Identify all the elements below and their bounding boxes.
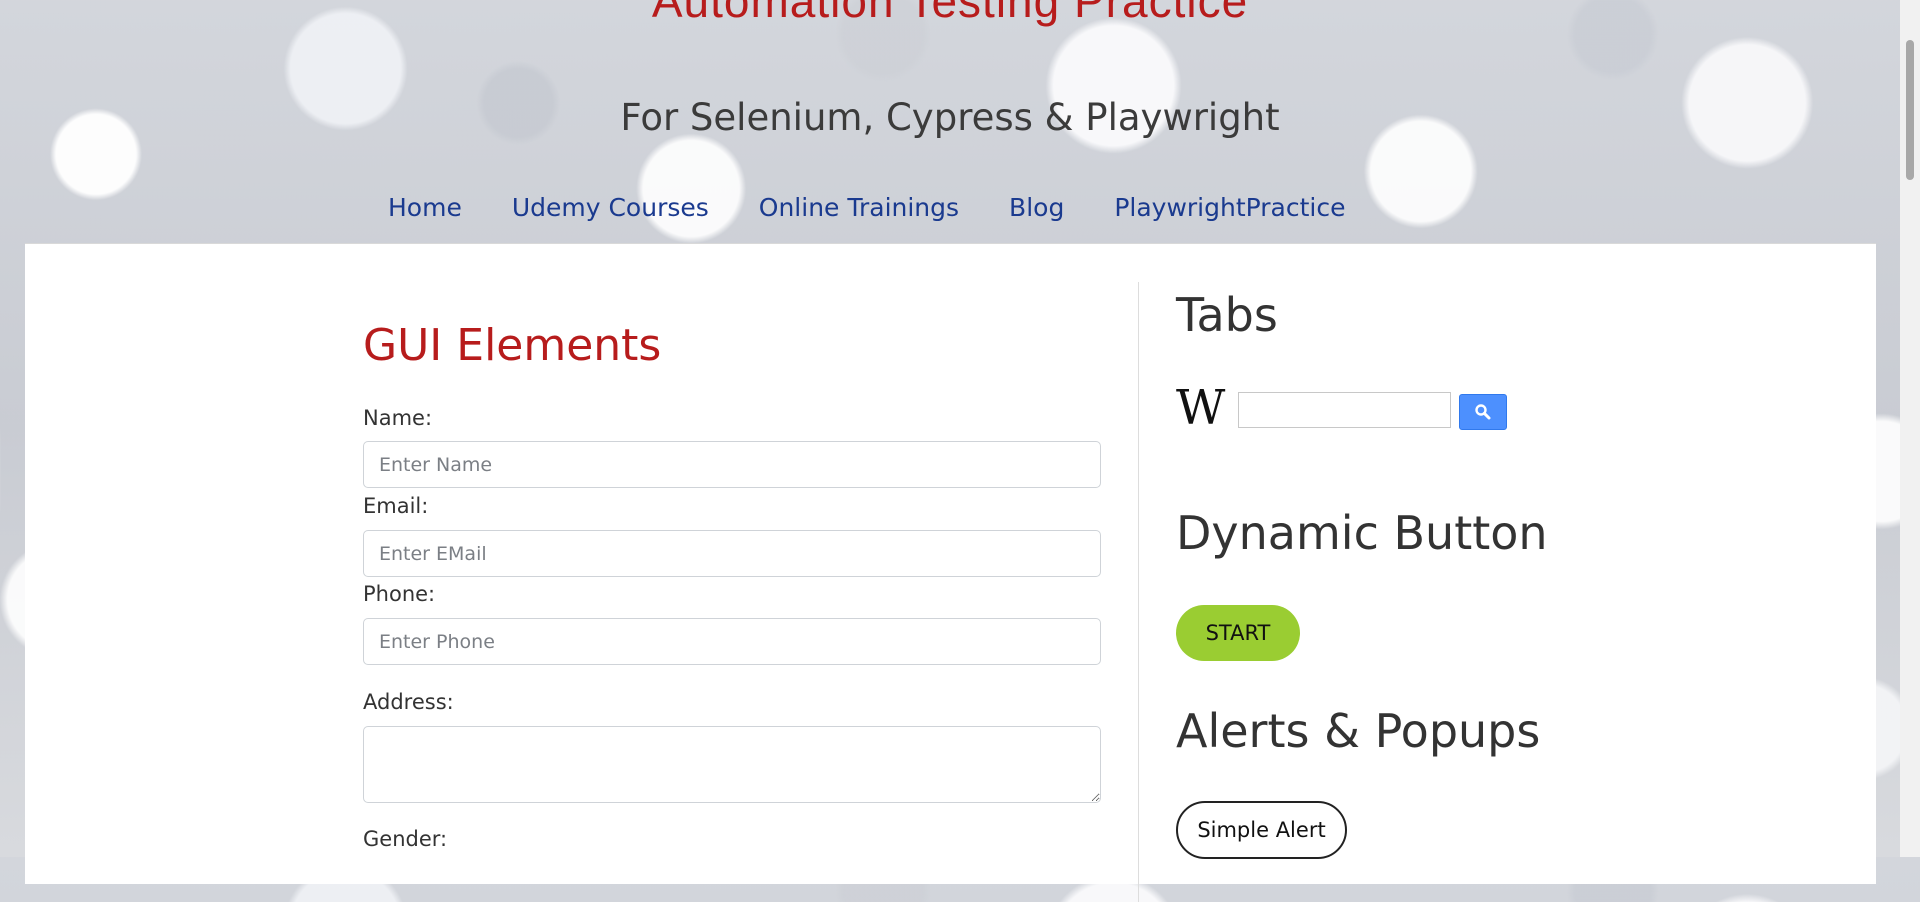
- nav-item-home: Home: [388, 193, 462, 222]
- gui-elements-title: GUI Elements: [363, 320, 662, 371]
- main-content: GUI Elements Name: Email: Phone: Address…: [25, 243, 1876, 902]
- scrollbar-thumb[interactable]: [1906, 40, 1914, 180]
- column-divider: [1138, 282, 1139, 902]
- wikipedia-search-button[interactable]: [1459, 394, 1507, 430]
- nav-item-trainings: Online Trainings: [759, 193, 959, 222]
- nav-link-playwright-practice[interactable]: PlaywrightPractice: [1114, 193, 1345, 222]
- gender-label: Gender:: [363, 827, 448, 851]
- wikipedia-logo-icon: W: [1176, 380, 1226, 436]
- site-title: Automation Testing Practice: [651, 0, 1249, 27]
- email-input[interactable]: [363, 530, 1101, 577]
- phone-input[interactable]: [363, 618, 1101, 665]
- nav-link-udemy-courses[interactable]: Udemy Courses: [512, 193, 709, 222]
- address-label: Address:: [363, 690, 454, 714]
- phone-label: Phone:: [363, 582, 436, 606]
- page-scrollbar[interactable]: [1900, 0, 1920, 857]
- nav-item-playwright: PlaywrightPractice: [1114, 193, 1345, 222]
- nav-link-online-trainings[interactable]: Online Trainings: [759, 193, 959, 222]
- name-input[interactable]: [363, 441, 1101, 488]
- start-button[interactable]: START: [1176, 605, 1300, 661]
- tabs-title: Tabs: [1176, 288, 1278, 342]
- nav-link-home[interactable]: Home: [388, 193, 462, 222]
- main-nav: Home Udemy Courses Online Trainings Blog…: [388, 193, 1346, 222]
- alerts-popups-title: Alerts & Popups: [1176, 704, 1541, 758]
- site-subtitle: For Selenium, Cypress & Playwright: [620, 96, 1280, 139]
- search-icon: [1475, 404, 1491, 420]
- simple-alert-button[interactable]: Simple Alert: [1176, 801, 1347, 859]
- address-textarea[interactable]: [363, 726, 1101, 803]
- nav-link-blog[interactable]: Blog: [1009, 193, 1064, 222]
- nav-item-udemy: Udemy Courses: [512, 193, 709, 222]
- nav-item-blog: Blog: [1009, 193, 1064, 222]
- wikipedia-search-input[interactable]: [1238, 392, 1451, 428]
- site-header: Automation Testing Practice For Selenium…: [0, 0, 1900, 243]
- dynamic-button-title: Dynamic Button: [1176, 506, 1548, 560]
- name-label: Name:: [363, 406, 433, 430]
- email-label: Email:: [363, 494, 429, 518]
